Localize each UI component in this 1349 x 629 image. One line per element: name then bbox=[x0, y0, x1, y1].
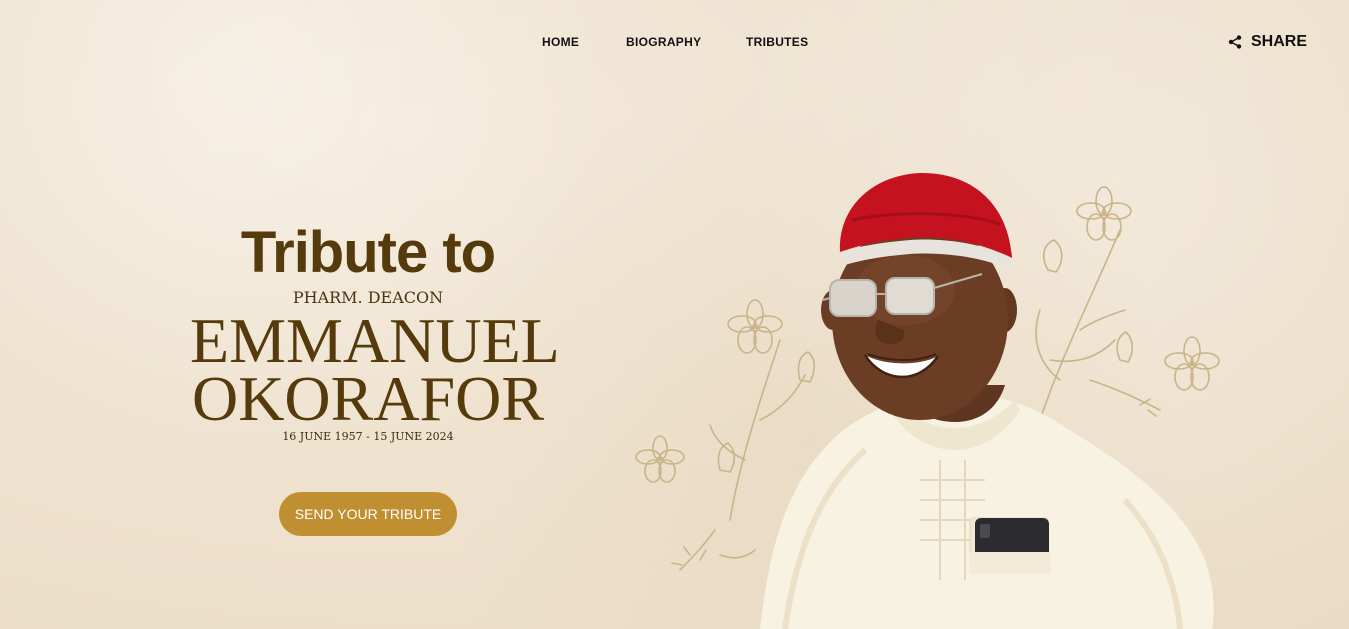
share-icon bbox=[1228, 35, 1242, 49]
main-nav: HOME BIOGRAPHY TRIBUTES bbox=[0, 35, 1349, 51]
portrait-illustration bbox=[635, 172, 1220, 629]
deceased-name: EMMANUEL OKORAFOR bbox=[190, 305, 560, 434]
hero-text: Tribute to PHARM. DEACON EMMANUEL OKORAF… bbox=[190, 220, 560, 444]
name-line-first: EMMANUEL bbox=[190, 305, 560, 376]
share-button[interactable]: SHARE bbox=[1228, 33, 1307, 51]
share-label: SHARE bbox=[1251, 33, 1308, 50]
nav-tributes-link[interactable]: TRIBUTES bbox=[746, 35, 808, 49]
hero-heading: Tribute to bbox=[240, 220, 496, 285]
name-line-last: OKORAFOR bbox=[191, 363, 545, 434]
nav-biography-link[interactable]: BIOGRAPHY bbox=[626, 35, 701, 49]
nav-home-link[interactable]: HOME bbox=[542, 35, 579, 49]
send-tribute-button[interactable]: SEND YOUR TRIBUTE bbox=[279, 492, 457, 536]
